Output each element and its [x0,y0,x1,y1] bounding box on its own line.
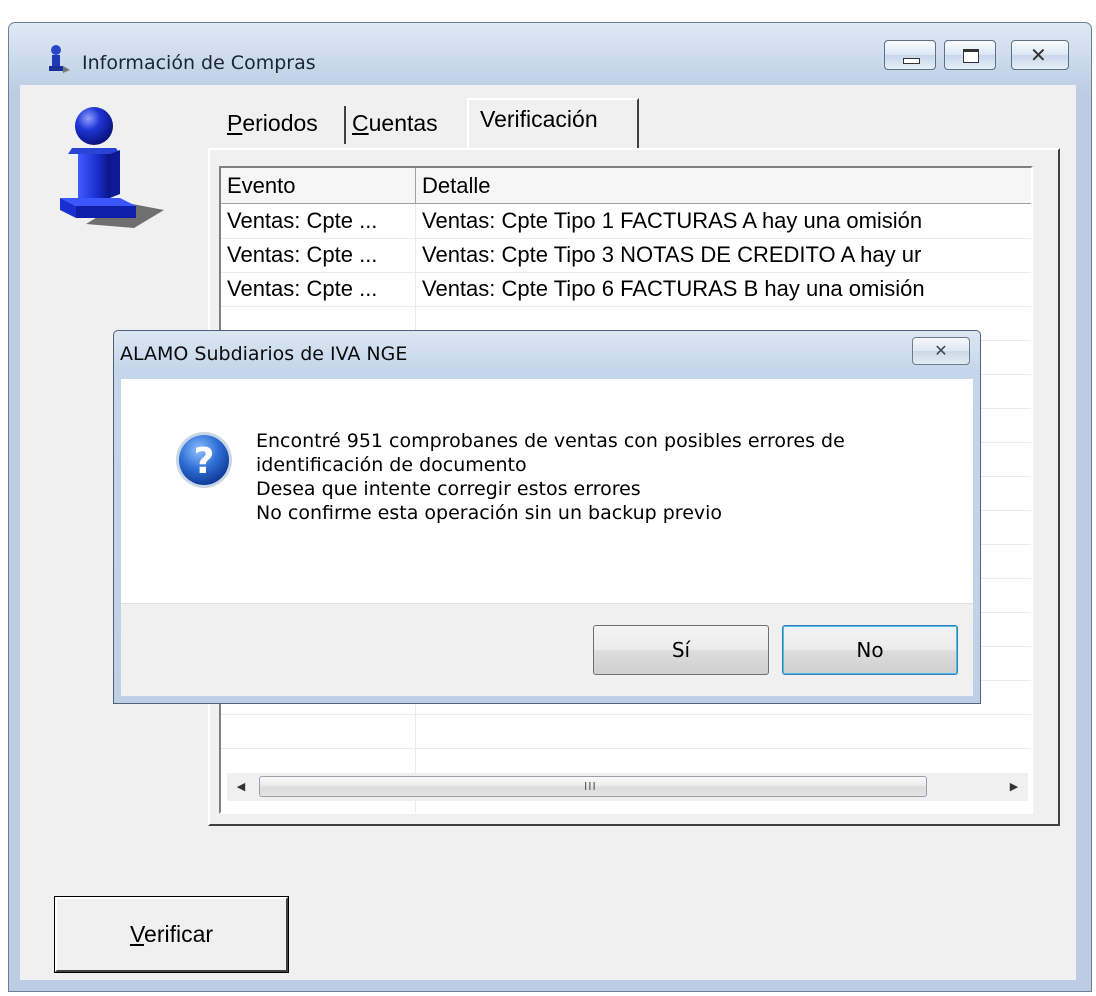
row-separator [221,238,1031,239]
scrollbar-grip: III [584,780,597,793]
maximize-icon [963,49,979,63]
question-icon: ? [176,432,232,488]
maximize-button[interactable] [944,40,996,70]
row-separator [221,272,1031,273]
cell-detalle[interactable]: Ventas: Cpte Tipo 3 NOTAS DE CREDITO A h… [416,238,1031,272]
scroll-left-arrow-icon[interactable]: ◀ [227,773,255,801]
no-button[interactable]: No [782,625,958,675]
message-line: Desea que intente corregir estos errores [256,478,641,500]
close-icon: ✕ [934,341,948,360]
svg-text:?: ? [194,441,215,482]
horizontal-scrollbar[interactable]: ◀ III ▶ [227,773,1028,801]
row-separator [221,306,1031,307]
close-icon: ✕ [1030,43,1047,67]
dialog-close-button[interactable]: ✕ [912,337,970,365]
cell-detalle[interactable]: Ventas: Cpte Tipo 6 FACTURAS B hay una o… [416,272,1031,306]
tab-verificacion[interactable]: Verificación [480,106,598,133]
minimize-icon [903,58,920,64]
row-separator [221,748,1031,749]
user-pawn-icon [49,45,70,73]
window-title: Información de Compras [82,52,316,74]
tab-divider [344,106,346,144]
column-header-evento[interactable]: Evento [221,168,416,204]
user-pawn-large-icon [60,107,164,228]
tab-cuentas[interactable]: Cuentas [352,110,438,137]
minimize-button[interactable] [884,40,936,70]
scrollbar-thumb[interactable]: III [259,776,927,797]
dialog-title: ALAMO Subdiarios de IVA NGE [120,343,408,365]
tab-periodos[interactable]: Periodos [227,110,318,137]
cell-detalle[interactable]: Ventas: Cpte Tipo 1 FACTURAS A hay una o… [416,204,1031,238]
message-line: Encontré 951 comprobanes de ventas con p… [256,430,845,452]
message-line: identificación de documento [256,454,527,476]
message-line: No confirme esta operación sin un backup… [256,502,723,524]
verificar-button[interactable]: Verificar [54,896,289,973]
cell-evento[interactable]: Ventas: Cpte ... [221,204,415,238]
row-separator [221,714,1031,715]
column-header-detalle[interactable]: Detalle [416,168,1031,204]
cell-evento[interactable]: Ventas: Cpte ... [221,272,415,306]
yes-button[interactable]: Sí [593,625,769,675]
close-button[interactable]: ✕ [1011,40,1069,70]
dialog-message: Encontré 951 comprobanes de ventas con p… [256,429,845,525]
cell-evento[interactable]: Ventas: Cpte ... [221,238,415,272]
scroll-right-arrow-icon[interactable]: ▶ [1000,773,1028,801]
